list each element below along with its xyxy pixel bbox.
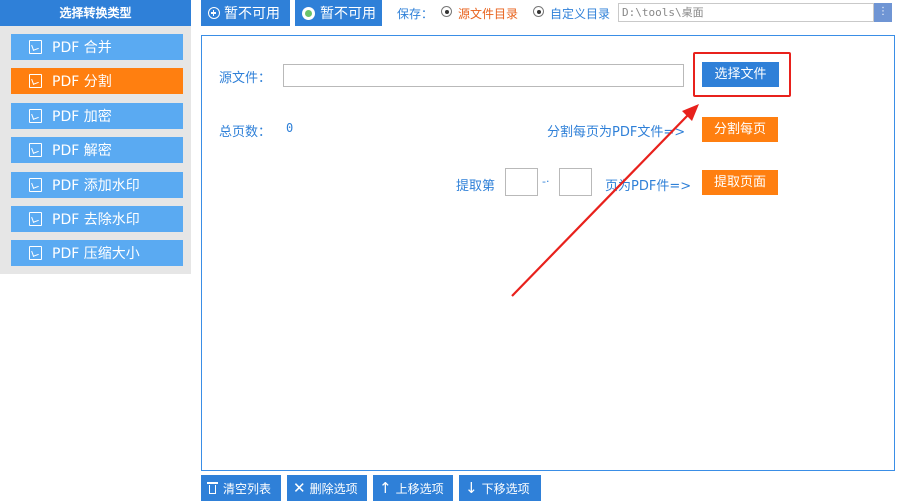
move-up-button[interactable]: ↑ 上移选项: [373, 475, 453, 501]
add-circle-icon: [208, 7, 220, 19]
radio-source-dir-label: 源文件目录: [458, 7, 519, 21]
button-label: 删除选项: [309, 481, 358, 496]
button-label: 上移选项: [395, 481, 444, 496]
main-panel: [201, 35, 895, 471]
sidebar-item-add-watermark[interactable]: PDF 添加水印: [11, 172, 183, 198]
output-path-input[interactable]: D:\tools\桌面: [618, 3, 874, 22]
button-label: 清空列表: [223, 481, 272, 496]
pdf-icon: [29, 246, 42, 260]
extract-prefix-label: 提取第: [456, 179, 496, 194]
extract-range-dash: -·: [542, 175, 550, 188]
move-down-button[interactable]: ↓ 下移选项: [459, 475, 541, 501]
total-pages-label: 总页数：: [219, 125, 272, 140]
total-pages-value: 0: [286, 121, 294, 135]
button-label: 暂不可用: [320, 6, 376, 22]
split-each-page-button[interactable]: 分割每页: [702, 117, 778, 142]
arrow-down-icon: ↓: [465, 478, 478, 497]
button-label: 下移选项: [481, 481, 530, 496]
sidebar-title: 选择转换类型: [0, 0, 191, 26]
save-label: 保存：: [397, 7, 434, 21]
sidebar-item-label: PDF 解密: [52, 143, 112, 159]
unavailable-button-2[interactable]: 暂不可用: [295, 0, 382, 26]
sidebar-item-merge[interactable]: PDF 合并: [11, 34, 183, 60]
extract-end-page-input[interactable]: [559, 168, 592, 196]
sidebar-item-label: PDF 分割: [52, 74, 112, 90]
radio-custom-dir[interactable]: [533, 6, 544, 17]
sidebar-item-label: PDF 去除水印: [52, 212, 140, 228]
status-dot-icon: [302, 6, 315, 20]
sidebar-item-remove-watermark[interactable]: PDF 去除水印: [11, 206, 183, 232]
sidebar-item-label: PDF 加密: [52, 109, 112, 125]
sidebar: 选择转换类型 PDF 合并 PDF 分割 PDF 加密 PDF 解密 PDF 添…: [0, 0, 191, 274]
split-description: 分割每页为PDF文件=>: [547, 125, 686, 140]
pdf-icon: [29, 109, 42, 123]
extract-start-page-input[interactable]: [505, 168, 538, 196]
browse-path-button[interactable]: ⋮: [874, 3, 892, 22]
highlight-annotation-box: [693, 52, 791, 97]
source-file-input[interactable]: [283, 64, 684, 87]
delete-item-button[interactable]: ✕ 删除选项: [287, 475, 367, 501]
close-icon: ✕: [293, 478, 306, 497]
sidebar-item-label: PDF 合并: [52, 40, 112, 56]
pdf-icon: [29, 178, 42, 192]
pdf-icon: [29, 40, 42, 54]
radio-custom-dir-label: 自定义目录: [550, 7, 611, 21]
radio-source-dir[interactable]: [441, 6, 452, 17]
sidebar-item-decrypt[interactable]: PDF 解密: [11, 137, 183, 163]
sidebar-item-split[interactable]: PDF 分割: [11, 68, 183, 94]
sidebar-item-label: PDF 添加水印: [52, 178, 140, 194]
unavailable-button-1[interactable]: 暂不可用: [201, 0, 290, 26]
source-file-label: 源文件：: [219, 71, 272, 86]
sidebar-item-label: PDF 压缩大小: [52, 246, 140, 262]
pdf-icon: [29, 212, 42, 226]
pdf-icon: [29, 143, 42, 157]
extract-pages-button[interactable]: 提取页面: [702, 170, 778, 195]
pdf-icon: [29, 74, 42, 88]
trash-icon: [207, 482, 218, 494]
button-label: 暂不可用: [224, 6, 280, 22]
extract-suffix-label: 页为PDF件=>: [605, 179, 692, 194]
arrow-up-icon: ↑: [379, 478, 392, 497]
sidebar-item-compress[interactable]: PDF 压缩大小: [11, 240, 183, 266]
sidebar-item-encrypt[interactable]: PDF 加密: [11, 103, 183, 129]
clear-list-button[interactable]: 清空列表: [201, 475, 281, 501]
